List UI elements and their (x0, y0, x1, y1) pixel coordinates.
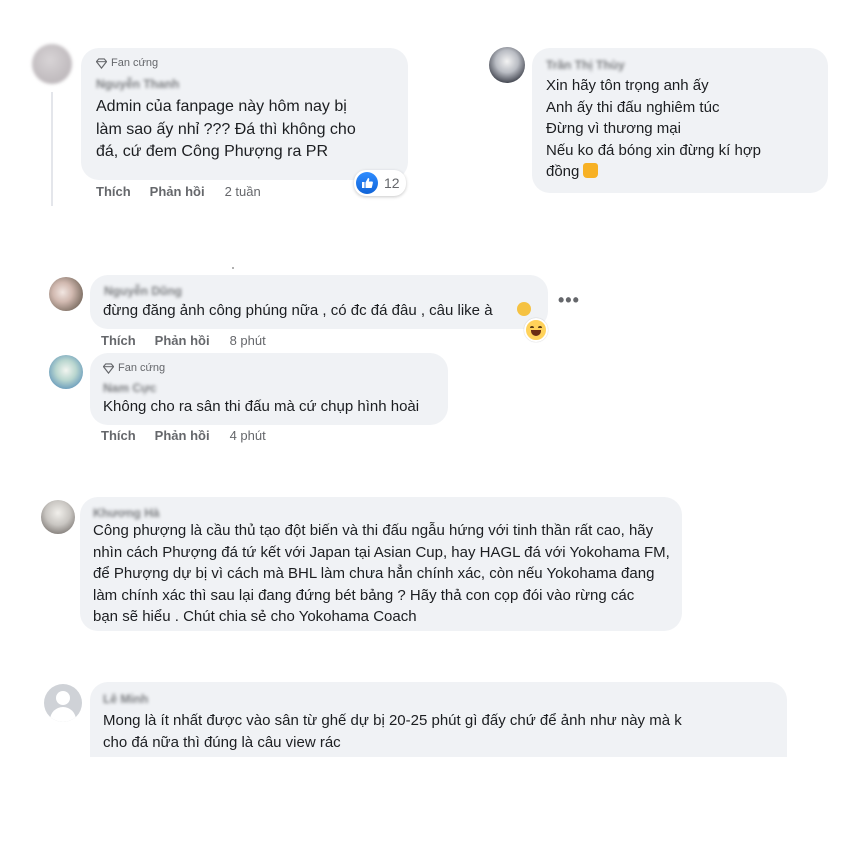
emoji-icon (517, 302, 531, 316)
reply-button[interactable]: Phản hồi (150, 184, 205, 199)
comment-bubble: Lê Minh Mong là ít nhất được vào sân từ … (90, 682, 787, 757)
avatar[interactable] (49, 277, 83, 311)
avatar[interactable] (32, 44, 72, 84)
comment-text: đừng đăng ảnh công phúng nữa , có đc đá … (103, 302, 493, 319)
badge-label: Fan cứng (111, 57, 159, 69)
like-button[interactable]: Thích (101, 333, 136, 348)
comment-actions: Thích Phản hồi 4 phút (101, 428, 266, 443)
commenter-name[interactable]: Nam Cực (103, 381, 156, 395)
reaction-count: 12 (384, 175, 400, 191)
like-button[interactable]: Thích (96, 184, 131, 199)
timestamp[interactable]: 2 tuần (225, 184, 261, 199)
haha-icon[interactable] (524, 318, 548, 342)
like-button[interactable]: Thích (101, 428, 136, 443)
fan-badge: Fan cứng (103, 362, 165, 374)
commenter-name[interactable]: Nguyễn Dũng (104, 284, 182, 298)
avatar[interactable] (44, 684, 82, 722)
reply-button[interactable]: Phản hồi (155, 428, 210, 443)
comment-actions: Thích Phản hồi 2 tuần (96, 184, 261, 199)
comment-text: Mong là ít nhất được vào sân từ ghế dự b… (103, 712, 682, 751)
commenter-name[interactable]: Nguyễn Thanh (96, 77, 179, 91)
comment-text: Không cho ra sân thi đấu mà cứ chụp hình… (103, 398, 420, 415)
comment-bubble: Khương Hà Công phượng là cầu thủ tạo đột… (80, 497, 682, 631)
comment-actions: Thích Phản hồi 8 phút (101, 333, 266, 348)
comment-text: Admin của fanpage này hôm nay bị làm sao… (96, 98, 356, 160)
badge-label: Fan cứng (118, 362, 166, 374)
comment-bubble: Fan cứng Nam Cực Không cho ra sân thi đấ… (90, 353, 448, 425)
avatar[interactable] (41, 500, 75, 534)
more-options-icon[interactable]: ••• (558, 290, 580, 311)
commenter-name[interactable]: Khương Hà (93, 506, 160, 520)
comment-bubble: Trần Thị Thùy Xin hãy tôn trọng anh ấy A… (532, 48, 828, 193)
diamond-icon (96, 57, 107, 69)
thread-line (51, 92, 53, 206)
commenter-name[interactable]: Trần Thị Thùy (546, 58, 625, 72)
comment-bubble: Nguyễn Dũng đừng đăng ảnh công phúng nữa… (90, 275, 548, 329)
comment-text: Công phượng là cầu thủ tạo đột biến và t… (93, 522, 670, 625)
cropped-page-bottom (0, 757, 860, 860)
like-icon (356, 172, 378, 194)
comment-text: Xin hãy tôn trọng anh ấy Anh ấy thi đấu … (546, 77, 762, 180)
timestamp[interactable]: 8 phút (230, 333, 266, 348)
reaction-summary[interactable]: 12 (354, 170, 406, 196)
commenter-name[interactable]: Lê Minh (103, 692, 148, 706)
avatar[interactable] (49, 355, 83, 389)
fan-badge: Fan cứng (96, 57, 158, 69)
comment-bubble: Fan cứng Nguyễn Thanh Admin của fanpage … (81, 48, 408, 180)
divider-dot (232, 267, 234, 269)
diamond-icon (103, 362, 114, 374)
thumbs-up-emoji-icon (583, 163, 599, 178)
avatar[interactable] (489, 47, 525, 83)
reply-button[interactable]: Phản hồi (155, 333, 210, 348)
timestamp[interactable]: 4 phút (230, 428, 266, 443)
